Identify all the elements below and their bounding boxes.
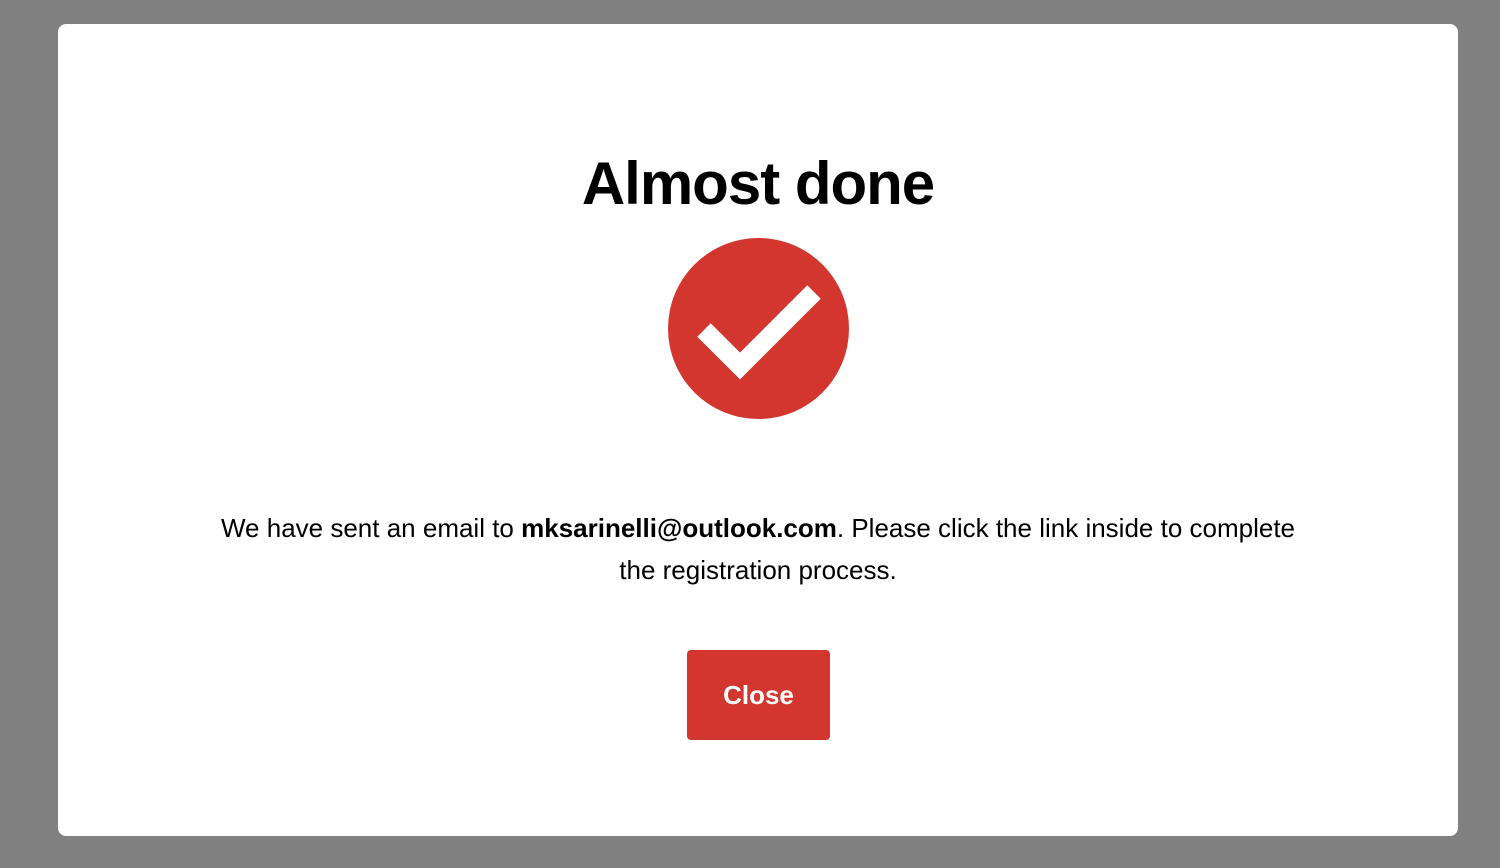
confirmation-modal: Almost done We have sent an email to mks… (58, 24, 1458, 836)
confirmation-message: We have sent an email to mksarinelli@out… (208, 507, 1308, 591)
check-circle-icon (668, 238, 849, 419)
message-text-before: We have sent an email to (220, 513, 522, 543)
email-address: mksarinelli@outlook.com (521, 513, 837, 543)
modal-title: Almost done (581, 150, 935, 217)
close-button[interactable]: Close (687, 650, 830, 740)
